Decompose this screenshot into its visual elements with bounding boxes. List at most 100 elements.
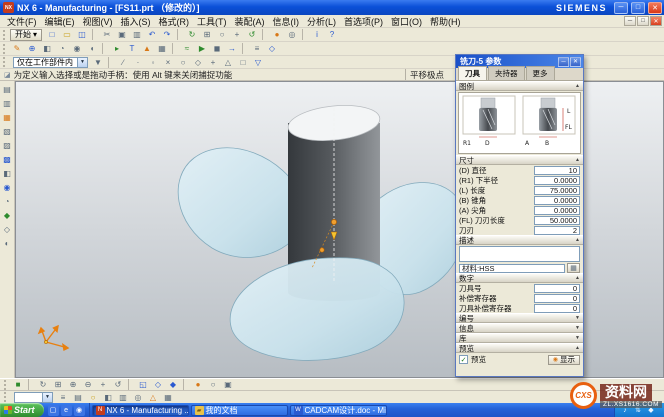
drag-handle[interactable] (320, 248, 324, 252)
menu-edit[interactable]: 编辑(E) (41, 17, 79, 27)
wireframe-view-icon[interactable]: ◎ (285, 29, 299, 41)
separator[interactable] (177, 29, 182, 40)
maximize-button[interactable]: □ (631, 2, 645, 14)
datum-csys-icon[interactable]: ⊕ (25, 43, 39, 55)
cut-icon[interactable]: ✂ (100, 29, 114, 41)
pan-icon[interactable]: + (96, 379, 110, 391)
media-player-icon[interactable]: ◉ (74, 405, 85, 416)
create-tool-icon[interactable]: T (125, 43, 139, 55)
extrude-icon[interactable]: ◧ (40, 43, 54, 55)
menu-file[interactable]: 文件(F) (3, 17, 41, 27)
undo-icon[interactable]: ↶ (145, 29, 159, 41)
process-studio-icon[interactable]: ◆ (1, 209, 13, 221)
snap-existing-point-icon[interactable]: + (206, 56, 220, 68)
rotate-icon[interactable]: ↺ (245, 29, 259, 41)
section-information[interactable]: 信息 ▼ (456, 323, 583, 333)
field-lower-radius[interactable]: 0.0000 (534, 176, 580, 185)
menu-tools[interactable]: 工具(T) (193, 17, 231, 27)
shaded-icon[interactable]: ● (191, 379, 205, 391)
snap-midpoint-icon[interactable]: · (131, 56, 145, 68)
pan-icon[interactable]: + (230, 29, 244, 41)
render-style-icon[interactable]: ≡ (56, 391, 70, 403)
menu-insert[interactable]: 插入(S) (117, 17, 155, 27)
drag-handle[interactable] (331, 219, 336, 224)
create-program-icon[interactable]: ▸ (110, 43, 124, 55)
material-field[interactable]: 材料:HSS (459, 264, 565, 273)
shaded-view-icon[interactable]: ● (270, 29, 284, 41)
operation-navigator-icon[interactable]: ▧ (1, 125, 13, 137)
layer-settings-icon[interactable]: ▥ (116, 391, 130, 403)
title-bar[interactable]: NX NX 6 - Manufacturing - [FS11.prt （修改的… (0, 0, 664, 15)
copy-icon[interactable]: ▣ (115, 29, 129, 41)
show-desktop-icon[interactable]: ▢ (48, 405, 59, 416)
minimize-button[interactable]: ─ (614, 2, 628, 14)
field-adjust-register[interactable]: 0 (534, 294, 580, 303)
toolbar-grip[interactable] (4, 380, 8, 390)
browser-icon[interactable]: e (61, 405, 72, 416)
snapshot-icon[interactable]: ▣ (221, 379, 235, 391)
suppress-icon[interactable]: ■ (11, 379, 25, 391)
section-library[interactable]: 库 ▼ (456, 333, 583, 343)
material-library-button[interactable]: ▦ (567, 263, 580, 273)
create-geometry-icon[interactable]: ▲ (140, 43, 154, 55)
generate-toolpath-icon[interactable]: ≈ (180, 43, 194, 55)
snap-point-on-curve-icon[interactable]: △ (221, 56, 235, 68)
save-icon[interactable]: ◫ (75, 29, 89, 41)
create-method-icon[interactable]: ▦ (155, 43, 169, 55)
section-legend[interactable]: 图例 ▲ (456, 81, 583, 91)
section-preview[interactable]: 预览 ▲ (456, 343, 583, 353)
simulate-icon[interactable]: ◼ (210, 43, 224, 55)
menu-information[interactable]: 信息(I) (269, 17, 304, 27)
blade-bottom[interactable] (230, 258, 404, 361)
mdi-close-button[interactable]: ✕ (650, 16, 662, 26)
rotate-icon[interactable]: ↺ (111, 379, 125, 391)
separator[interactable] (262, 29, 267, 40)
section-numbering[interactable]: 编号 ▼ (456, 313, 583, 323)
assembly-navigator-icon[interactable]: ▤ (1, 83, 13, 95)
dialog-minimize-button[interactable]: ─ (558, 57, 569, 67)
tab-more[interactable]: 更多 (526, 66, 555, 80)
separator[interactable] (172, 43, 177, 54)
section-numbers[interactable]: 数字 ▲ (456, 273, 583, 283)
selection-scope-combo[interactable]: 仅在工作部件内 ▼ (13, 57, 88, 68)
verify-toolpath-icon[interactable]: ▶ (195, 43, 209, 55)
lights-icon[interactable]: ○ (86, 391, 100, 403)
menu-help[interactable]: 帮助(H) (426, 17, 465, 27)
separator[interactable] (108, 57, 113, 68)
toolbar-grip[interactable] (3, 30, 7, 40)
preview-checkbox[interactable]: ✓ (459, 355, 468, 364)
manufacturing-wizards-icon[interactable]: ◇ (1, 223, 13, 235)
background-icon[interactable]: ▤ (71, 391, 85, 403)
isometric-view-icon[interactable]: ◆ (166, 379, 180, 391)
mill-tool-parameters-dialog[interactable]: 铣刀-5 参数 ─ ✕ 刀具夹持器更多 图例 ▲ (455, 54, 584, 377)
toolbar-grip[interactable] (3, 57, 7, 67)
field-length[interactable]: 75.0000 (534, 186, 580, 195)
section-dimensions[interactable]: 尺寸 ▲ (456, 155, 583, 165)
fit-view-icon[interactable]: ⊞ (200, 29, 214, 41)
information-icon[interactable]: i (310, 29, 324, 41)
revolve-icon[interactable]: ◔ (55, 43, 69, 55)
dialog-close-button[interactable]: ✕ (570, 57, 581, 67)
snap-arc-center-icon[interactable]: ○ (176, 56, 190, 68)
zoom-in-icon[interactable]: ⊕ (66, 379, 80, 391)
windows-start-button[interactable]: Start (0, 403, 44, 417)
roles-icon[interactable]: ◐ (1, 237, 13, 249)
field-flute-length[interactable]: 50.0000 (534, 216, 580, 225)
snap-quadrant-icon[interactable]: ◇ (191, 56, 205, 68)
redo-icon[interactable]: ↷ (160, 29, 174, 41)
separator[interactable] (128, 379, 133, 390)
post-process-icon[interactable]: → (225, 43, 239, 55)
select-filter-icon[interactable]: ▼ (91, 56, 105, 68)
menu-analysis[interactable]: 分析(L) (303, 17, 340, 27)
grid-icon[interactable]: ▦ (161, 391, 175, 403)
menu-window[interactable]: 窗口(O) (387, 17, 426, 27)
separator[interactable] (28, 379, 33, 390)
edge-blend-icon[interactable]: ◖ (85, 43, 99, 55)
snap-intersection-icon[interactable]: × (161, 56, 175, 68)
separator[interactable] (102, 43, 107, 54)
mdi-minimize-button[interactable]: ─ (624, 16, 636, 26)
show-hide-icon[interactable]: ◎ (131, 391, 145, 403)
wcs-display-icon[interactable]: △ (146, 391, 160, 403)
tab-tool[interactable]: 刀具 (458, 66, 487, 80)
section-description[interactable]: 描述 ▲ (456, 235, 583, 245)
